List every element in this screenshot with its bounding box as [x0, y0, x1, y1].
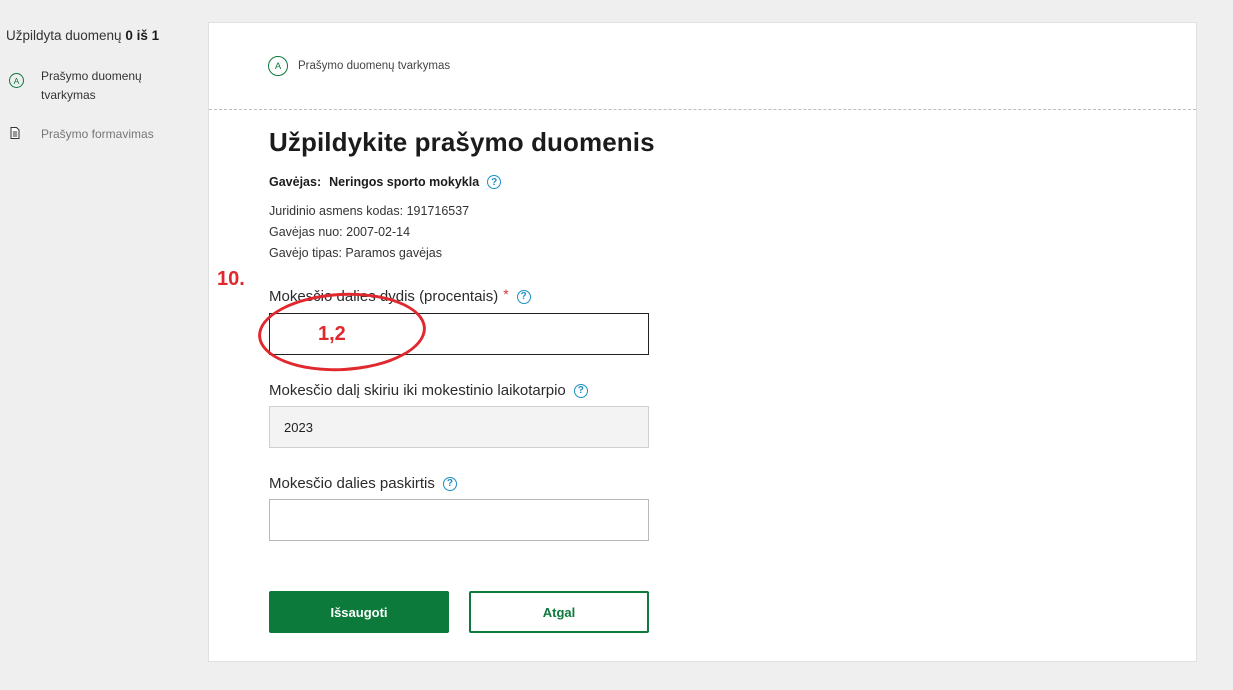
period-input: 2023 [269, 406, 649, 448]
purpose-label: Mokesčio dalies paskirtis ? [269, 475, 457, 492]
sidebar-step-forming-label: Prašymo formavimas [41, 127, 154, 141]
step-breadcrumb: A Prašymo duomenų tvarkymas [268, 56, 450, 76]
step-a-badge-icon: A [268, 56, 288, 76]
document-icon [10, 127, 20, 139]
purpose-label-text: Mokesčio dalies paskirtis [269, 475, 435, 492]
period-label-text: Mokesčio dalį skiriu iki mokestinio laik… [269, 382, 566, 399]
divider [209, 109, 1196, 110]
receiver-value: Neringos sporto mokykla [329, 175, 480, 189]
receiver-since: Gavėjas nuo: 2007-02-14 [269, 225, 411, 239]
receiver-row: Gavėjas: Neringos sporto mokykla ? [269, 175, 502, 189]
help-icon[interactable]: ? [442, 476, 457, 491]
required-mark: * [503, 285, 509, 302]
receiver-key: Gavėjas: [269, 175, 322, 189]
progress-summary: Užpildyta duomenų 0 iš 1 [6, 28, 159, 43]
annotation-value: 1,2 [318, 323, 346, 345]
back-button[interactable]: Atgal [469, 591, 649, 633]
step-a-badge-icon: A [9, 73, 24, 88]
help-icon[interactable]: ? [487, 175, 502, 189]
breadcrumb-label: Prašymo duomenų tvarkymas [298, 60, 451, 72]
sidebar-step-data[interactable]: A Prašymo duomenų tvarkymas [6, 67, 161, 105]
save-button[interactable]: Išsaugoti [269, 591, 449, 633]
progress-prefix: Užpildyta duomenų [6, 28, 122, 43]
period-label: Mokesčio dalį skiriu iki mokestinio laik… [269, 382, 588, 399]
progress-count: 0 iš 1 [125, 28, 160, 43]
help-icon[interactable]: ? [573, 383, 588, 398]
help-icon[interactable]: ? [516, 289, 531, 304]
purpose-input[interactable] [269, 499, 649, 541]
sidebar-step-forming[interactable]: Prašymo formavimas [6, 125, 161, 144]
legal-code: Juridinio asmens kodas: 191716537 [269, 204, 470, 218]
page-title: Užpildykite prašymo duomenis [269, 127, 655, 157]
annotation-step-number: 10. [217, 268, 245, 290]
sidebar-step-data-label: Prašymo duomenų tvarkymas [41, 69, 142, 102]
receiver-type: Gavėjo tipas: Paramos gavėjas [269, 246, 443, 260]
